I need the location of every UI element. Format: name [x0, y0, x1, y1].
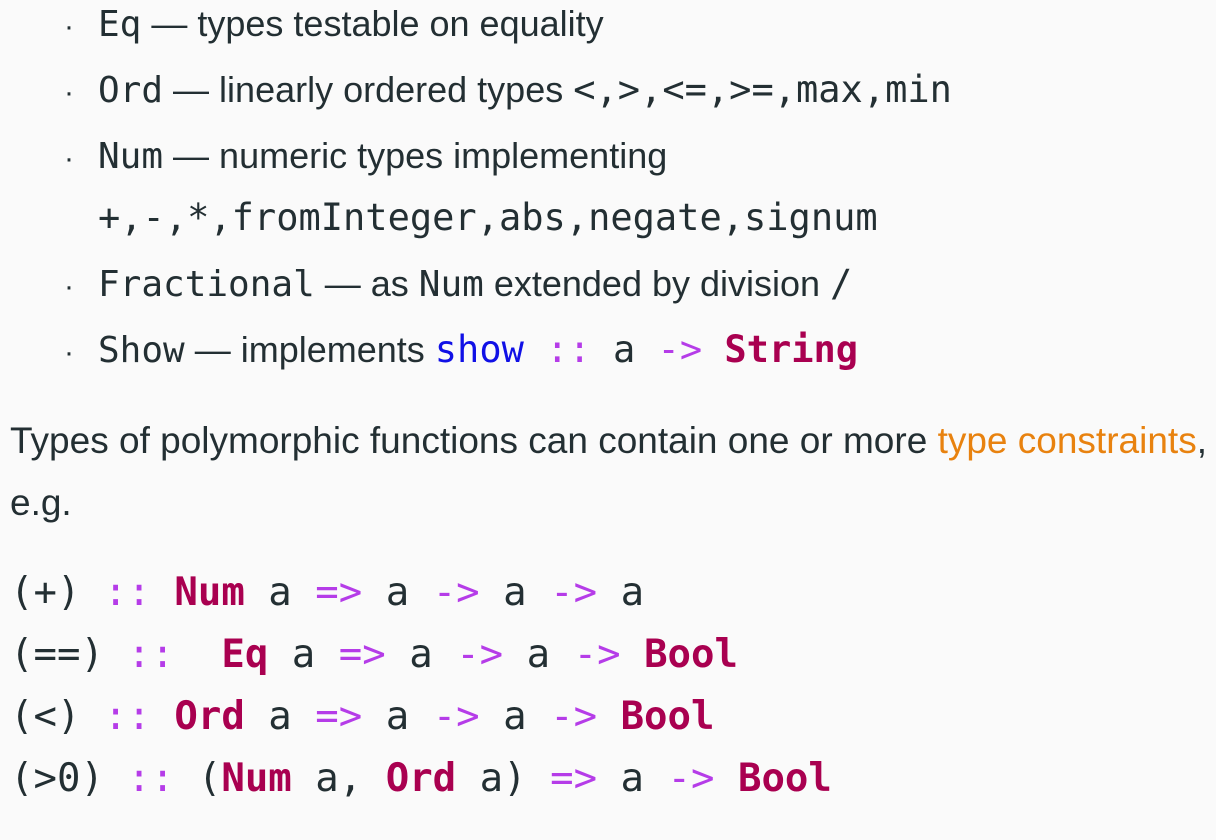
dash: —: [184, 329, 241, 370]
code-token: a: [244, 570, 316, 615]
list-item-num: · Num — numeric types implementing: [64, 132, 1204, 183]
code-line: (>0) :: (Num a, Ord a) => a -> Bool: [10, 748, 832, 810]
bullet-dot: ·: [64, 336, 74, 369]
code-token: ::: [103, 694, 175, 739]
code-token: a: [362, 694, 433, 739]
code-token: ->: [573, 632, 621, 677]
paragraph-text: Types of polymorphic functions can conta…: [10, 420, 938, 461]
list-item-eq: · Eq — types testable on equality: [64, 0, 1204, 51]
dash: —: [141, 3, 198, 44]
bullet-dot: ·: [64, 270, 74, 303]
code-token: (: [197, 756, 222, 801]
code-line: (<) :: Ord a => a -> a -> Bool: [10, 686, 715, 748]
code-token: a: [362, 570, 433, 615]
type-colons: ::: [523, 328, 613, 371]
show-function: show: [434, 328, 524, 371]
typeclass-name: Fractional: [98, 264, 315, 305]
code-token: (<): [10, 694, 104, 739]
typeclass-description-cont: extended by division: [483, 263, 831, 304]
code-token: ::: [127, 756, 198, 801]
code-token: Bool: [737, 756, 832, 801]
code-token: =>: [550, 756, 598, 801]
code-token: Bool: [620, 694, 715, 739]
code-token: Bool: [644, 632, 738, 677]
code-token: Num: [174, 570, 245, 615]
code-token: Ord: [385, 756, 457, 801]
code-token: a: [385, 632, 457, 677]
typeclass-description: implements: [240, 329, 435, 370]
code-token: Eq: [197, 632, 269, 677]
bullet-dot: ·: [64, 76, 74, 109]
code-token: a): [456, 756, 551, 801]
list-item-ord: · Ord — linearly ordered types <,>,<=,>=,…: [64, 66, 1204, 117]
list-item-show: · Show — implements show :: a -> String: [64, 326, 1204, 377]
dash: —: [163, 69, 220, 110]
bullet-dot: ·: [64, 142, 74, 175]
return-type: String: [724, 328, 859, 371]
code-token: Num: [221, 756, 292, 801]
code-token: =>: [315, 694, 363, 739]
code-token: =>: [315, 570, 363, 615]
code-token: a: [597, 756, 668, 801]
code-token: (>0): [10, 756, 128, 801]
code-token: ::: [127, 632, 198, 677]
code-token: ->: [550, 694, 598, 739]
typeclass-name: Eq: [98, 4, 142, 45]
code-token: (+): [10, 570, 104, 615]
typeclass-description: types testable on equality: [197, 3, 604, 44]
code-token: a: [244, 694, 316, 739]
dash: —: [314, 263, 371, 304]
list-item-fractional: · Fractional — as Num extended by divisio…: [64, 260, 1204, 311]
code-line: (==) :: Eq a => a -> a -> Bool: [10, 624, 738, 686]
code-token: a: [479, 694, 551, 739]
code-token: (==): [10, 632, 128, 677]
typeclass-name: Num: [98, 136, 164, 177]
code-token: ->: [432, 570, 480, 615]
highlighted-term: type constraints: [937, 420, 1197, 461]
code-line: (+) :: Num a => a -> a -> a: [10, 562, 644, 624]
method-list: +,-,*,fromInteger,abs,negate,signum: [98, 196, 878, 239]
code-token: a: [597, 570, 645, 615]
code-token: =>: [338, 632, 386, 677]
type-constraints-paragraph: Types of polymorphic functions can conta…: [10, 410, 1216, 534]
typeclass-name: Show: [98, 330, 185, 371]
typeclass-name: Ord: [98, 70, 164, 111]
bullet-dot: ·: [64, 10, 74, 43]
code-token: ::: [103, 570, 175, 615]
code-token: a: [479, 570, 551, 615]
method-list: <,>,<=,>=,max,min: [573, 68, 952, 111]
code-token: Ord: [174, 694, 245, 739]
code-token: ->: [667, 756, 715, 801]
code-token: a: [503, 632, 574, 677]
code-token: ->: [432, 694, 480, 739]
typeclass-description: numeric types implementing: [219, 135, 668, 176]
code-token: a,: [291, 756, 386, 801]
division-operator: /: [830, 262, 853, 305]
typeclass-description: linearly ordered types: [219, 69, 574, 110]
code-token: ->: [550, 570, 598, 615]
inline-type: Num: [418, 264, 484, 305]
code-token: ->: [456, 632, 504, 677]
type-variable: a: [613, 328, 636, 371]
arrow: ->: [635, 328, 725, 371]
dash: —: [163, 135, 220, 176]
typeclass-description: as: [370, 263, 419, 304]
code-token: a: [268, 632, 339, 677]
